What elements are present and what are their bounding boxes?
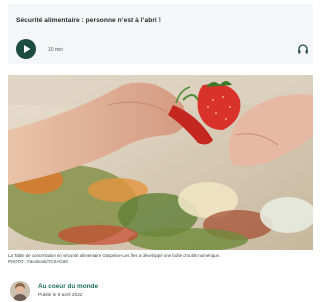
play-button[interactable]	[16, 39, 36, 59]
photo-caption: La Table de concertation en sécurité ali…	[8, 253, 308, 266]
article-page: Sécurité alimentaire : personne n’est à …	[0, 0, 313, 302]
audio-player-card: Sécurité alimentaire : personne n’est à …	[8, 4, 313, 64]
author-name-link[interactable]: Au coeur du monde	[38, 283, 98, 290]
audio-title: Sécurité alimentaire : personne n’est à …	[16, 17, 161, 24]
audio-duration: 10 min	[48, 47, 64, 53]
article-photo	[8, 75, 313, 250]
published-date: Publié le 8 avril 2022	[38, 293, 83, 298]
play-icon	[24, 45, 31, 53]
headphones-icon	[298, 44, 308, 54]
photo-credit: PHOTO : Facebook/TCSAGIM	[8, 259, 68, 265]
avatar[interactable]	[10, 281, 30, 301]
